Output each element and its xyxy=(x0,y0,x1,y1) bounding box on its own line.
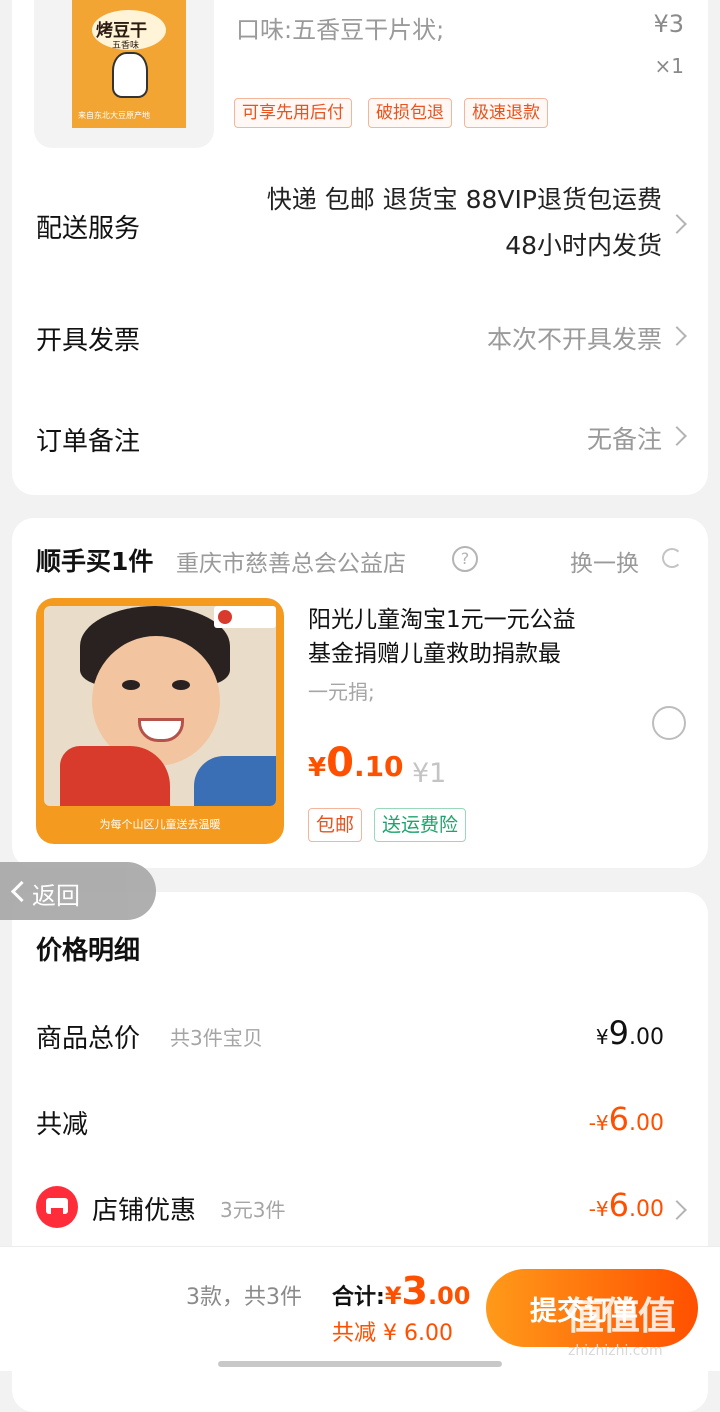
footer-sum-label: 合计: xyxy=(332,1285,385,1310)
total-symbol: ¥ xyxy=(595,1025,609,1049)
watermark-url: zhizhizhi.com xyxy=(568,1343,663,1359)
addon-original-price: ¥1 xyxy=(412,758,447,789)
remark-label: 订单备注 xyxy=(36,427,141,457)
addon-select-radio[interactable] xyxy=(652,706,686,740)
addon-price: ¥0.10 xyxy=(308,740,404,786)
reduce-label: 共减 xyxy=(36,1110,89,1140)
refresh-icon[interactable] xyxy=(662,548,682,568)
reduce-amount: -¥6.00 xyxy=(589,1100,664,1138)
addon-banner-text: 为每个山区儿童送去温暖 xyxy=(99,818,221,831)
price-integer: 0 xyxy=(326,740,354,786)
item-price: ¥3 xyxy=(653,10,684,38)
charity-logo-icon xyxy=(214,606,276,628)
detail-title: 价格明细 xyxy=(36,936,141,966)
back-label: 返回 xyxy=(32,882,80,910)
addon-shop-name[interactable]: 重庆市慈善总会公益店 xyxy=(176,544,406,578)
order-info-card: 烤豆干 五香味 来自东北大豆原产地 口味:五香豆干片状; ¥3 ×1 可享先用后… xyxy=(12,0,708,495)
product-bottom-text: 来自东北大豆原产地 xyxy=(78,111,150,120)
delivery-label: 配送服务 xyxy=(36,214,141,244)
reduce-symbol: -¥ xyxy=(588,1111,609,1135)
footer-sum-decimal: .00 xyxy=(427,1282,471,1310)
item-flavor: 口味:五香豆干片状; xyxy=(236,16,445,44)
chevron-right-icon xyxy=(667,1200,687,1220)
addon-product-image[interactable]: 为每个山区儿童送去温暖 xyxy=(36,598,284,844)
tag-fast-refund: 极速退款 xyxy=(464,98,548,128)
total-price: ¥9.00 xyxy=(596,1014,664,1052)
reduce-decimal: .00 xyxy=(629,1111,664,1136)
addon-product-title-2[interactable]: 基金捐赠儿童救助捐款最 xyxy=(308,634,561,668)
product-image[interactable]: 烤豆干 五香味 来自东北大豆原产地 xyxy=(34,0,214,148)
tag-pay-later: 可享先用后付 xyxy=(234,98,352,128)
shop-discount-integer: 6 xyxy=(608,1186,629,1224)
delivery-line2: 48小时内发货 xyxy=(505,231,662,260)
shop-discount-icon xyxy=(36,1186,78,1228)
price-decimal: .10 xyxy=(353,750,404,783)
bottom-bar: 3款，共3件 合计:¥3.00 共减 ¥ 6.00 提交订单 值值值 zhizh… xyxy=(0,1246,720,1371)
addon-card: 顺手买1件 重庆市慈善总会公益店 ? 换一换 为每个山区儿童送去温暖 阳光儿童淘… xyxy=(12,518,708,868)
chevron-right-icon xyxy=(667,214,687,234)
total-note: 共3件宝贝 xyxy=(170,1026,263,1050)
tag-damage-refund: 破损包退 xyxy=(368,98,452,128)
footer-sum-integer: 3 xyxy=(401,1269,428,1313)
tag-shipping-insurance: 送运费险 xyxy=(374,808,467,842)
shop-discount-label: 店铺优惠 xyxy=(92,1196,197,1226)
remark-value: 无备注 xyxy=(586,425,662,454)
product-sub-text: 五香味 xyxy=(112,41,140,51)
home-indicator xyxy=(218,1361,502,1367)
footer-total: 合计:¥3.00 xyxy=(332,1269,470,1313)
chevron-left-icon xyxy=(10,880,33,903)
reduce-integer: 6 xyxy=(608,1100,629,1138)
invoice-value: 本次不开具发票 xyxy=(486,325,662,354)
total-decimal: .00 xyxy=(629,1025,664,1050)
back-button[interactable]: 返回 xyxy=(0,862,156,920)
addon-spec: 一元捐; xyxy=(308,680,375,704)
total-integer: 9 xyxy=(608,1014,629,1052)
delivery-line1: 快递 包邮 退货宝 88VIP退货包运费 xyxy=(266,185,662,214)
addon-swap[interactable]: 换一换 xyxy=(570,544,639,578)
footer-reduce: 共减 ¥ 6.00 xyxy=(332,1321,453,1346)
addon-product-title-1[interactable]: 阳光儿童淘宝1元一元公益 xyxy=(308,600,576,634)
shop-discount-decimal: .00 xyxy=(629,1197,664,1222)
footer-sum-symbol: ¥ xyxy=(384,1282,402,1310)
shop-discount-amount: -¥6.00 xyxy=(589,1186,664,1224)
chevron-right-icon xyxy=(667,326,687,346)
invoice-label: 开具发票 xyxy=(36,326,141,356)
price-symbol: ¥ xyxy=(308,753,327,783)
footer-count: 3款，共3件 xyxy=(186,1285,302,1310)
chevron-right-icon xyxy=(667,426,687,446)
item-quantity: ×1 xyxy=(654,54,684,78)
shop-discount-symbol: -¥ xyxy=(588,1197,609,1221)
total-label: 商品总价 xyxy=(36,1024,141,1054)
help-icon[interactable]: ? xyxy=(452,546,478,572)
shop-discount-note: 3元3件 xyxy=(220,1198,286,1222)
tag-free-shipping: 包邮 xyxy=(308,808,363,842)
addon-title: 顺手买1件 xyxy=(36,547,154,576)
watermark-logo: 值值值 xyxy=(566,1294,676,1338)
